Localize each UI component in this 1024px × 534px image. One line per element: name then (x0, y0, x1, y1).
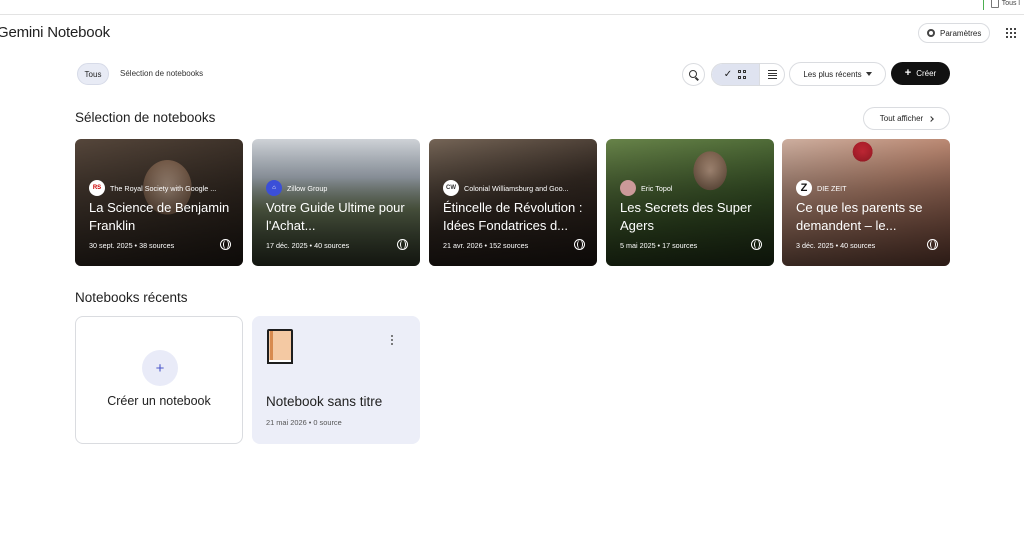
check-icon: ✓ (723, 69, 733, 80)
app-title: Gemini Notebook (0, 24, 110, 41)
notebook-meta: 21 mai 2026 • 0 source (266, 418, 342, 427)
card-source-name: DIE ZEIT (817, 183, 847, 193)
source-logo-icon: ⌂ (266, 180, 282, 196)
source-logo-icon: Z (796, 180, 812, 196)
card-source: Eric Topol (620, 180, 766, 196)
card-source-name: The Royal Society with Google ... (110, 183, 217, 193)
card-meta: 17 déc. 2025 • 40 sources (266, 241, 350, 250)
search-icon (688, 69, 697, 78)
featured-card[interactable]: CW Colonial Williamsburg and Goo... Étin… (429, 139, 597, 266)
create-label: Créer (916, 69, 937, 78)
avatar (620, 180, 636, 196)
list-view-icon (767, 69, 777, 80)
featured-card[interactable]: ⌂ Zillow Group Votre Guide Ultime pour l… (252, 139, 420, 266)
plus-icon: + (904, 67, 912, 79)
globe-icon (397, 239, 408, 250)
see-all-button[interactable]: Tout afficher (863, 107, 950, 130)
caret-down-icon (865, 72, 872, 76)
card-source-name: Colonial Williamsburg and Goo... (464, 183, 569, 193)
card-source-name: Zillow Group (287, 183, 328, 193)
recent-section-title: Notebooks récents (75, 290, 188, 305)
notebook-icon (265, 329, 293, 364)
chevron-right-icon (928, 115, 935, 122)
globe-icon (751, 239, 762, 250)
top-strip: Tous l (0, 0, 1024, 15)
featured-card[interactable]: Z DIE ZEIT Ce que les parents se demande… (782, 139, 950, 266)
featured-section-title: Sélection de notebooks (75, 110, 216, 125)
card-source: ⌂ Zillow Group (266, 180, 412, 196)
card-source: CW Colonial Williamsburg and Goo... (443, 180, 589, 196)
filter-selection-chip[interactable]: Sélection de notebooks (120, 69, 203, 78)
card-meta: 21 avr. 2026 • 152 sources (443, 241, 529, 250)
view-toggle: ✓ (711, 63, 785, 86)
globe-icon (220, 239, 231, 250)
card-meta: 30 sept. 2025 • 38 sources (89, 241, 175, 250)
featured-card[interactable]: Eric Topol Les Secrets des Super Agers 5… (606, 139, 774, 266)
notebook-card[interactable]: Notebook sans titre 21 mai 2026 • 0 sour… (252, 316, 420, 444)
plus-icon: + (142, 350, 178, 386)
card-title: Les Secrets des Super Agers (620, 200, 752, 233)
document-icon (990, 0, 999, 8)
card-meta: 3 déc. 2025 • 40 sources (796, 241, 876, 250)
list-view-button[interactable] (759, 64, 784, 85)
featured-card[interactable]: RS The Royal Society with Google ... La … (75, 139, 243, 266)
create-notebook-card[interactable]: + Créer un notebook (75, 316, 243, 444)
filter-all-chip[interactable]: Tous (77, 63, 109, 85)
grid-view-icon (738, 70, 747, 79)
sort-label: Les plus récents (803, 69, 862, 79)
search-button[interactable] (682, 63, 705, 86)
more-options-icon[interactable] (391, 335, 394, 346)
card-source: Z DIE ZEIT (796, 180, 942, 196)
apps-grid-icon[interactable] (1006, 28, 1016, 38)
source-logo-icon: CW (443, 180, 459, 196)
create-button[interactable]: + Créer (891, 62, 950, 85)
doc-tab-label: Tous l (1001, 0, 1020, 7)
source-logo-icon: RS (89, 180, 105, 196)
card-meta: 5 mai 2025 • 17 sources (620, 241, 698, 250)
see-all-label: Tout afficher (879, 114, 924, 123)
card-title: Ce que les parents se demandent – le... (796, 200, 923, 233)
create-notebook-label: Créer un notebook (107, 394, 211, 408)
card-title: Étincelle de Révolution : Idées Fondatri… (443, 200, 583, 233)
card-source-name: Eric Topol (641, 183, 673, 193)
settings-label: Paramètres (940, 28, 982, 38)
notebook-title: Notebook sans titre (266, 394, 383, 409)
doc-tab[interactable]: Tous l (990, 0, 1020, 8)
card-source: RS The Royal Society with Google ... (89, 180, 235, 196)
tab-indicator (983, 0, 984, 10)
globe-icon (927, 239, 938, 250)
grid-view-button[interactable]: ✓ (712, 64, 759, 85)
globe-icon (574, 239, 585, 250)
card-title: Votre Guide Ultime pour l'Achat... (266, 200, 405, 233)
settings-button[interactable]: Paramètres (918, 23, 991, 43)
gear-icon (927, 29, 935, 37)
sort-dropdown[interactable]: Les plus récents (789, 62, 886, 86)
card-title: La Science de Benjamin Franklin (89, 200, 230, 233)
